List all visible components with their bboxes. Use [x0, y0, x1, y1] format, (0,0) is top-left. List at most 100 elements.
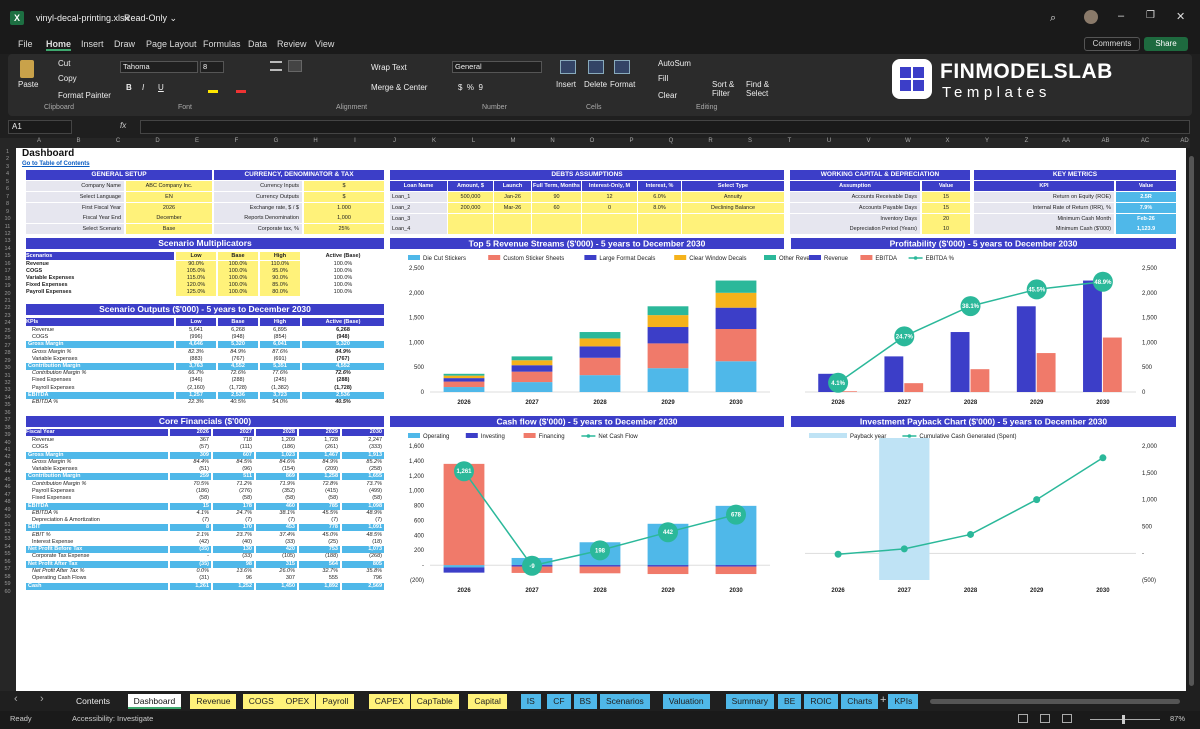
autosum-button[interactable]: AutoSum [658, 59, 691, 68]
tab-be[interactable]: BE [778, 694, 802, 709]
row-header[interactable]: 4 [0, 171, 15, 177]
row-header[interactable]: 51 [0, 522, 15, 528]
fill-button[interactable]: Fill [658, 74, 668, 83]
column-header-s[interactable]: S [731, 138, 769, 144]
column-header-o[interactable]: O [573, 138, 611, 144]
row-header[interactable]: 23 [0, 313, 15, 319]
row-header[interactable]: 57 [0, 566, 15, 572]
row-header[interactable]: 44 [0, 469, 15, 475]
column-header-m[interactable]: M [494, 138, 532, 144]
menu-review[interactable]: Review [277, 39, 307, 49]
tab-cogs[interactable]: COGS [242, 694, 280, 709]
tab-cf[interactable]: CF [547, 694, 571, 709]
row-header[interactable]: 56 [0, 559, 15, 565]
column-header-b[interactable]: B [60, 138, 98, 144]
row-header[interactable]: 5 [0, 179, 15, 185]
row-header[interactable]: 36 [0, 410, 15, 416]
underline-button[interactable]: U [158, 83, 164, 92]
column-header-h[interactable]: H [297, 138, 335, 144]
row-header[interactable]: 39 [0, 432, 15, 438]
row-header[interactable]: 6 [0, 186, 15, 192]
insert-cells-icon[interactable] [560, 60, 576, 74]
row-header[interactable]: 49 [0, 507, 15, 513]
column-header-c[interactable]: C [99, 138, 137, 144]
find-select-button[interactable]: Find & Select [746, 80, 776, 98]
column-header-g[interactable]: G [257, 138, 295, 144]
menu-home[interactable]: Home [46, 39, 72, 51]
row-header[interactable]: 45 [0, 477, 15, 483]
tab-scenarios[interactable]: Scenarios [600, 694, 650, 709]
row-header[interactable]: 16 [0, 261, 15, 267]
row-header[interactable]: 31 [0, 373, 15, 379]
comments-button[interactable]: Comments [1084, 37, 1140, 51]
bold-button[interactable]: B [126, 83, 132, 92]
column-header-t[interactable]: T [771, 138, 809, 144]
tab-bs[interactable]: BS [573, 694, 597, 709]
format-painter-button[interactable]: Format Painter [58, 91, 111, 100]
column-header-a[interactable]: A [20, 138, 58, 144]
format-cells-icon[interactable] [614, 60, 630, 74]
column-header-w[interactable]: W [889, 138, 927, 144]
column-header-q[interactable]: Q [652, 138, 690, 144]
sort-filter-button[interactable]: Sort & Filter [712, 80, 740, 98]
row-header[interactable]: 21 [0, 298, 15, 304]
row-header[interactable]: 30 [0, 365, 15, 371]
minimize-icon[interactable]: – [1118, 10, 1124, 22]
column-header-v[interactable]: V [850, 138, 888, 144]
row-header[interactable]: 20 [0, 291, 15, 297]
search-icon[interactable]: ⌕ [1050, 12, 1056, 25]
tab-revenue[interactable]: Revenue [190, 694, 237, 709]
menu-data[interactable]: Data [248, 39, 267, 49]
row-header[interactable]: 60 [0, 589, 15, 595]
tab-captable[interactable]: CapTable [410, 694, 459, 709]
paste-icon[interactable] [20, 60, 34, 78]
column-header-ab[interactable]: AB [1087, 138, 1125, 144]
row-header[interactable]: 50 [0, 514, 15, 520]
row-header[interactable]: 38 [0, 425, 15, 431]
row-header[interactable]: 18 [0, 276, 15, 282]
row-header[interactable]: 35 [0, 402, 15, 408]
row-header[interactable]: 15 [0, 253, 15, 259]
row-header[interactable]: 41 [0, 447, 15, 453]
tab-capex[interactable]: CAPEX [368, 694, 410, 709]
row-header[interactable]: 12 [0, 231, 15, 237]
maximize-icon[interactable]: ❐ [1146, 10, 1155, 21]
row-header[interactable]: 42 [0, 454, 15, 460]
name-box[interactable]: A1 [8, 120, 72, 134]
row-header[interactable]: 40 [0, 440, 15, 446]
row-header[interactable]: 17 [0, 268, 15, 274]
tab-is[interactable]: IS [520, 694, 541, 709]
align-left-icon[interactable] [270, 61, 282, 71]
column-header-k[interactable]: K [415, 138, 453, 144]
menu-view[interactable]: View [315, 39, 334, 49]
column-header-ac[interactable]: AC [1126, 138, 1164, 144]
font-name-select[interactable]: Tahoma [120, 61, 198, 73]
tab-contents[interactable]: Contents [70, 694, 116, 709]
row-header[interactable]: 2 [0, 156, 15, 162]
tab-scroll-right-icon[interactable]: › [40, 693, 44, 705]
column-header-x[interactable]: X [929, 138, 967, 144]
column-header-f[interactable]: F [218, 138, 256, 144]
delete-cells-button[interactable]: Delete [584, 80, 607, 89]
tab-valuation[interactable]: Valuation [662, 694, 710, 709]
horizontal-scrollbar[interactable] [930, 699, 1180, 704]
avatar[interactable] [1084, 10, 1098, 24]
row-header[interactable]: 9 [0, 209, 15, 215]
column-header-p[interactable]: P [613, 138, 651, 144]
column-header-l[interactable]: L [455, 138, 493, 144]
formula-input[interactable] [140, 120, 1190, 134]
font-size-select[interactable]: 8 [200, 61, 224, 73]
row-header[interactable]: 3 [0, 164, 15, 170]
tab-kpis[interactable]: KPIs [888, 694, 919, 709]
format-cells-button[interactable]: Format [610, 80, 635, 89]
row-header[interactable]: 58 [0, 574, 15, 580]
row-header[interactable]: 22 [0, 305, 15, 311]
row-header[interactable]: 28 [0, 350, 15, 356]
column-header-n[interactable]: N [534, 138, 572, 144]
font-color-icon[interactable] [236, 83, 246, 93]
column-header-e[interactable]: E [178, 138, 216, 144]
row-header[interactable]: 14 [0, 246, 15, 252]
row-header[interactable]: 46 [0, 484, 15, 490]
row-header[interactable]: 37 [0, 417, 15, 423]
merge-center-button[interactable]: Merge & Center [371, 83, 427, 92]
